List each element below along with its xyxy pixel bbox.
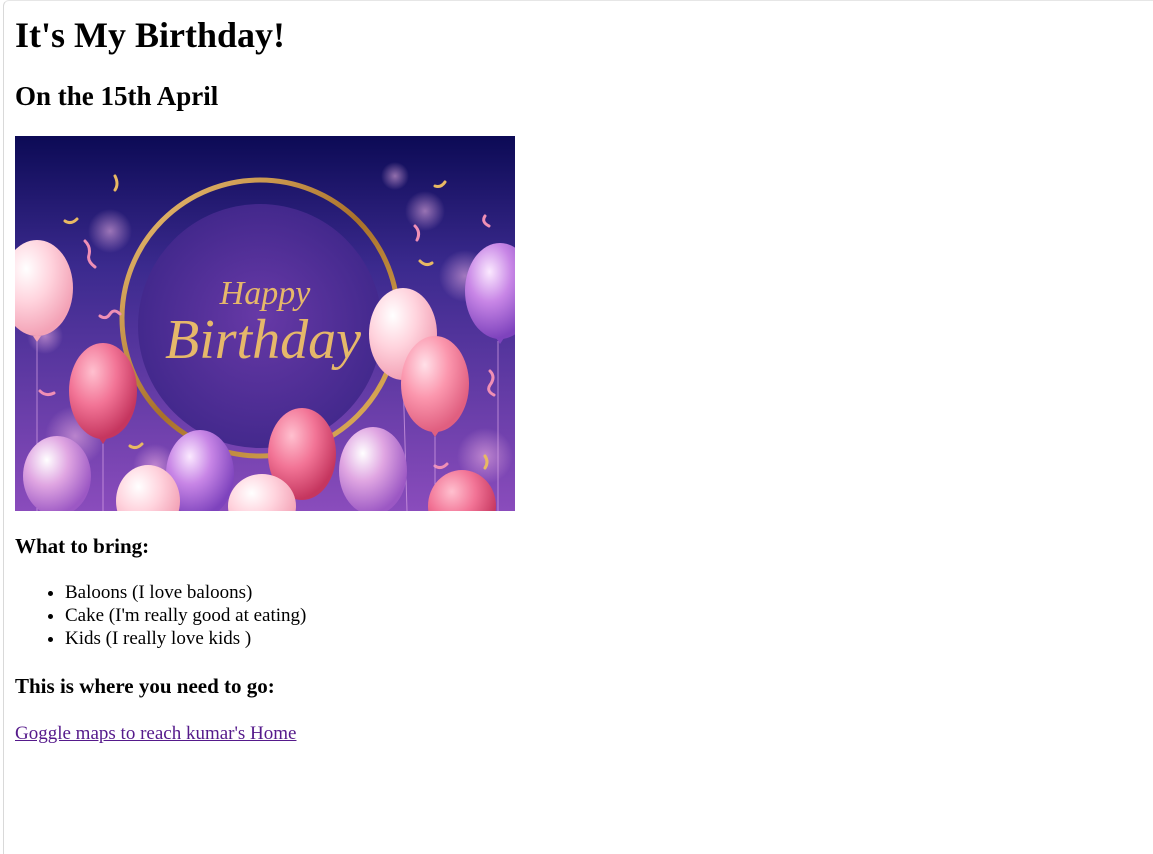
page-body: It's My Birthday! On the 15th April Happ… bbox=[3, 0, 1153, 854]
bring-list: Baloons (I love baloons) Cake (I'm reall… bbox=[15, 581, 1153, 650]
list-item: Kids (I really love kids ) bbox=[65, 627, 1153, 650]
bring-heading: What to bring: bbox=[15, 534, 150, 558]
google-maps-link[interactable]: Goggle maps to reach kumar's Home bbox=[15, 722, 296, 745]
banner-text-birthday: Birthday bbox=[165, 309, 361, 371]
list-item: Baloons (I love baloons) bbox=[65, 581, 1153, 604]
banner-text-happy: Happy bbox=[219, 275, 312, 312]
page-title: It's My Birthday! bbox=[15, 15, 285, 55]
list-item: Cake (I'm really good at eating) bbox=[65, 604, 1153, 627]
date-heading: On the 15th April bbox=[15, 81, 219, 111]
birthday-banner-image: Happy Birthday bbox=[15, 136, 515, 511]
where-heading: This is where you need to go: bbox=[15, 674, 275, 698]
